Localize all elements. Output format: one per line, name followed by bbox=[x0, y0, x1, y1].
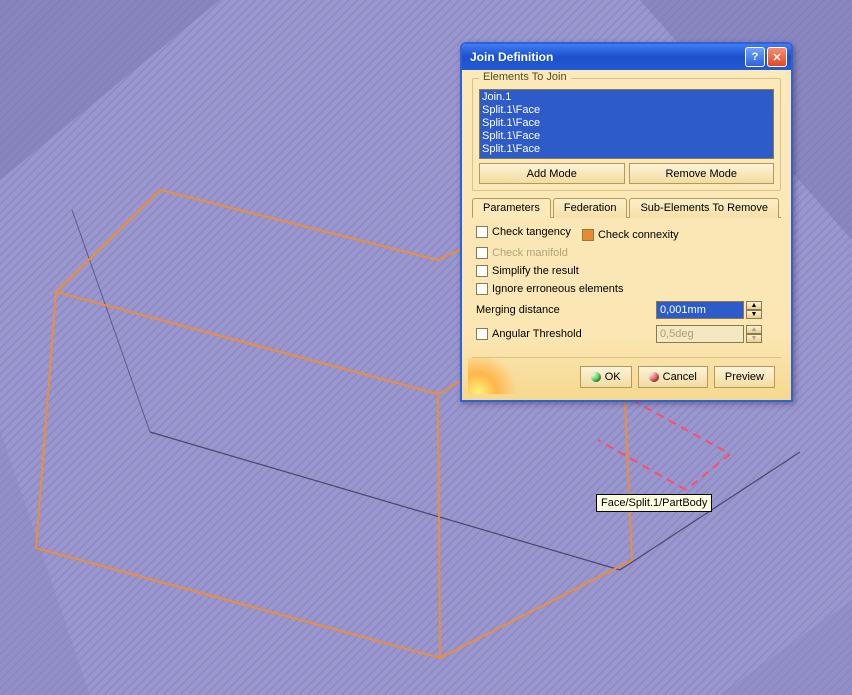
ignore-erroneous-label: Ignore erroneous elements bbox=[492, 283, 623, 295]
angular-spin-up: ▲ bbox=[746, 325, 762, 334]
cancel-label: Cancel bbox=[663, 371, 697, 383]
group-title: Elements To Join bbox=[479, 71, 571, 83]
preview-label: Preview bbox=[725, 371, 764, 383]
angular-threshold-checkbox[interactable] bbox=[476, 328, 488, 340]
simplify-result-label: Simplify the result bbox=[492, 265, 579, 277]
tab-subelements[interactable]: Sub-Elements To Remove bbox=[629, 198, 779, 218]
ok-button[interactable]: OK bbox=[580, 366, 632, 388]
list-item[interactable]: Join.1 bbox=[482, 91, 771, 104]
angular-spin-down: ▼ bbox=[746, 334, 762, 343]
angular-threshold-label: Angular Threshold bbox=[492, 328, 582, 340]
elements-listbox[interactable]: Join.1 Split.1\Face Split.1\Face Split.1… bbox=[479, 89, 774, 159]
check-connexity-label: Check connexity bbox=[598, 229, 679, 241]
check-manifold-checkbox bbox=[476, 247, 488, 259]
preview-button[interactable]: Preview bbox=[714, 366, 775, 388]
tab-parameters[interactable]: Parameters bbox=[472, 198, 551, 218]
list-item[interactable]: Split.1\Face bbox=[482, 130, 771, 143]
merging-spin-down[interactable]: ▼ bbox=[746, 310, 762, 319]
check-connexity-checkbox[interactable] bbox=[582, 229, 594, 241]
tab-federation[interactable]: Federation bbox=[553, 198, 628, 218]
hover-tooltip: Face/Split.1/PartBody bbox=[596, 494, 712, 512]
ok-label: OK bbox=[605, 371, 621, 383]
cancel-button[interactable]: Cancel bbox=[638, 366, 708, 388]
check-tangency-label: Check tangency bbox=[492, 226, 571, 238]
tooltip-text: Face/Split.1/PartBody bbox=[601, 497, 707, 509]
remove-mode-button[interactable]: Remove Mode bbox=[629, 163, 775, 184]
join-definition-dialog: Join Definition ? ✕ Elements To Join Joi… bbox=[460, 42, 793, 402]
check-tangency-checkbox[interactable] bbox=[476, 226, 488, 238]
angular-threshold-input bbox=[656, 325, 744, 343]
ok-dot-icon bbox=[591, 372, 601, 382]
ignore-erroneous-checkbox[interactable] bbox=[476, 283, 488, 295]
cancel-dot-icon bbox=[649, 372, 659, 382]
simplify-result-checkbox[interactable] bbox=[476, 265, 488, 277]
check-manifold-label: Check manifold bbox=[492, 247, 568, 259]
dialog-title: Join Definition bbox=[470, 50, 743, 64]
dialog-body: Elements To Join Join.1 Split.1\Face Spl… bbox=[462, 70, 791, 400]
dialog-footer: OK Cancel Preview bbox=[472, 357, 781, 390]
add-mode-button[interactable]: Add Mode bbox=[479, 163, 625, 184]
merging-distance-label: Merging distance bbox=[476, 304, 656, 316]
list-item[interactable]: Split.1\Face bbox=[482, 104, 771, 117]
decoration-sun bbox=[468, 358, 528, 394]
elements-to-join-group: Elements To Join Join.1 Split.1\Face Spl… bbox=[472, 78, 781, 191]
help-button[interactable]: ? bbox=[745, 47, 765, 67]
tabs: Parameters Federation Sub-Elements To Re… bbox=[472, 197, 781, 218]
list-item[interactable]: Split.1\Face bbox=[482, 117, 771, 130]
close-button[interactable]: ✕ bbox=[767, 47, 787, 67]
merging-distance-input[interactable] bbox=[656, 301, 744, 319]
list-item[interactable]: Split.1\Face bbox=[482, 143, 771, 156]
dialog-titlebar[interactable]: Join Definition ? ✕ bbox=[462, 44, 791, 70]
parameters-panel: Check tangency Check connexity Check man… bbox=[472, 218, 781, 353]
merging-spin-up[interactable]: ▲ bbox=[746, 301, 762, 310]
